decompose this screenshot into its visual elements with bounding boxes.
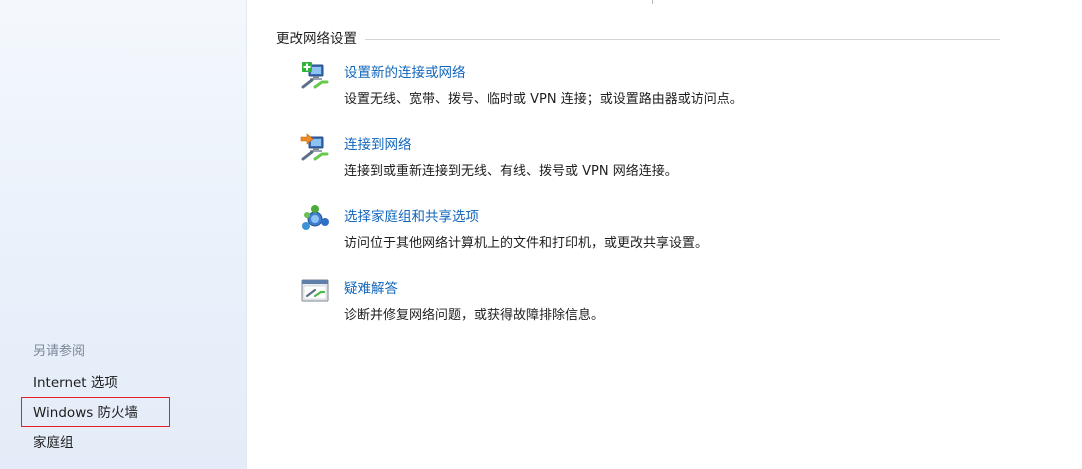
section-title: 更改网络设置: [276, 31, 357, 47]
divider-tick: [652, 0, 653, 4]
network-sharing-center-window: 另请参阅 Internet 选项 Windows 防火墙 家庭组 更改网络设置: [0, 0, 1082, 469]
task-homegroup-sharing: 选择家庭组和共享选项 访问位于其他网络计算机上的文件和打印机，或更改共享设置。: [300, 202, 1000, 252]
homegroup-link[interactable]: 家庭组: [33, 431, 74, 451]
troubleshoot-link[interactable]: 疑难解答: [344, 277, 398, 297]
see-also-heading: 另请参阅: [33, 344, 86, 359]
troubleshoot-description: 诊断并修复网络问题，或获得故障排除信息。: [344, 308, 605, 323]
connect-to-network-icon[interactable]: [300, 132, 330, 162]
connect-to-network-link[interactable]: 连接到网络: [344, 133, 412, 153]
left-navigation-pane: 另请参阅 Internet 选项 Windows 防火墙 家庭组: [0, 0, 247, 469]
windows-firewall-link[interactable]: Windows 防火墙: [33, 401, 138, 421]
task-troubleshoot: 疑难解答 诊断并修复网络问题，或获得故障排除信息。: [300, 274, 1000, 324]
setup-new-connection-link[interactable]: 设置新的连接或网络: [344, 61, 466, 81]
homegroup-sharing-link[interactable]: 选择家庭组和共享选项: [344, 205, 479, 225]
task-connect-to-network: 连接到网络 连接到或重新连接到无线、有线、拨号或 VPN 网络连接。: [300, 130, 1000, 180]
new-connection-network-icon[interactable]: [300, 60, 330, 90]
section-divider: [365, 38, 1000, 40]
internet-options-link[interactable]: Internet 选项: [33, 371, 118, 391]
connect-to-network-description: 连接到或重新连接到无线、有线、拨号或 VPN 网络连接。: [344, 164, 678, 179]
main-content: 更改网络设置 设置新的连接或网络 设置无线、宽带、拨号、临时或 VPN 连接；或…: [248, 0, 1082, 469]
homegroup-sharing-icon[interactable]: [300, 204, 330, 234]
setup-new-connection-description: 设置无线、宽带、拨号、临时或 VPN 连接；或设置路由器或访问点。: [344, 92, 743, 107]
section-header: 更改网络设置: [276, 27, 1000, 47]
troubleshoot-icon[interactable]: [300, 276, 330, 306]
task-setup-new-connection: 设置新的连接或网络 设置无线、宽带、拨号、临时或 VPN 连接；或设置路由器或访…: [300, 58, 1000, 108]
homegroup-sharing-description: 访问位于其他网络计算机上的文件和打印机，或更改共享设置。: [344, 236, 709, 251]
